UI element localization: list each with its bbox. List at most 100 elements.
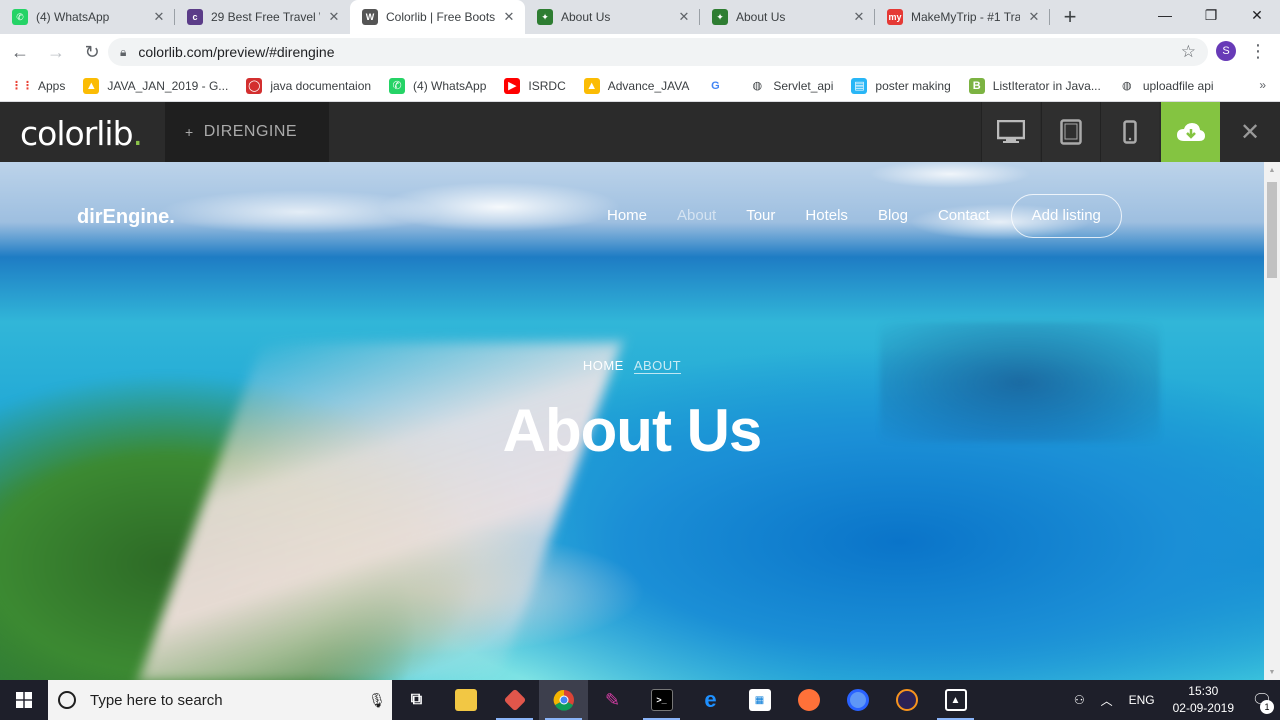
browser-tab[interactable]: ✆ (4) WhatsApp ✕ <box>0 0 175 34</box>
bookmark-item[interactable]: ◍ uploadfile api <box>1119 78 1214 94</box>
task-view-icon: ⧉ <box>410 691 423 708</box>
taskbar-chrome-alt[interactable] <box>833 680 882 720</box>
browser-tab[interactable]: ✦ About Us ✕ <box>525 0 700 34</box>
browser-tab[interactable]: W Colorlib | Free Bootst ✕ <box>350 0 525 34</box>
desktop-icon <box>997 120 1025 143</box>
browser-menu-icon[interactable]: ⋮ <box>1249 40 1267 62</box>
image-icon: ▲ <box>944 689 967 711</box>
tablet-view-button[interactable] <box>1041 102 1100 162</box>
bookmark-label: java documentaion <box>270 78 372 93</box>
taskbar-terminal[interactable]: >_ <box>637 680 686 720</box>
scroll-down-icon[interactable]: ▼ <box>1264 664 1280 680</box>
taskbar-firefox[interactable] <box>784 680 833 720</box>
microphone-icon[interactable]: 🎙︎ <box>362 692 392 709</box>
profile-avatar[interactable]: S <box>1216 41 1236 61</box>
minimize-button[interactable]: — <box>1142 0 1188 30</box>
bookmark-b-icon: B <box>968 77 985 94</box>
taskbar-app-pen[interactable]: ✎ <box>588 680 637 720</box>
plus-icon: + <box>185 124 194 140</box>
whatsapp-icon: ✆ <box>389 77 406 94</box>
bookmark-item[interactable]: B ListIterator in Java... <box>968 77 1101 94</box>
tab-separator <box>1049 9 1050 25</box>
task-view-button[interactable]: ⧉ <box>392 680 441 720</box>
nav-tour[interactable]: Tour <box>731 194 790 238</box>
url-text: colorlib.com/preview/#direngine <box>138 44 335 60</box>
poster-icon: ▤ <box>851 77 868 94</box>
site-logo[interactable]: dirEngine. <box>77 206 175 229</box>
tray-overflow-icon[interactable]: ︿ <box>1093 692 1121 709</box>
clock-time: 15:30 <box>1188 684 1219 698</box>
add-listing-button[interactable]: Add listing <box>1010 194 1122 238</box>
tab-title: About Us <box>736 10 786 24</box>
people-icon[interactable]: ⚇ <box>1066 693 1093 707</box>
tab-close-icon[interactable]: ✕ <box>151 9 167 25</box>
bookmark-item[interactable]: ▲ Advance_JAVA <box>583 77 689 94</box>
nav-about[interactable]: About <box>662 194 731 238</box>
system-tray: ⚇ ︿ ENG 15:30 02-09-2019 🗨︎ 1 <box>1066 680 1280 720</box>
breadcrumb-home[interactable]: HOME <box>583 358 624 373</box>
chrome-blue-icon <box>846 689 869 711</box>
tab-close-icon[interactable]: ✕ <box>676 9 692 25</box>
reload-button[interactable]: ↻ <box>76 36 108 68</box>
taskbar-eclipse[interactable] <box>882 680 931 720</box>
restore-button[interactable]: ❐ <box>1188 0 1234 30</box>
store-bag-icon: ▦ <box>748 689 771 711</box>
taskbar-edge[interactable]: e <box>686 680 735 720</box>
globe-icon: ◍ <box>752 80 763 92</box>
taskbar-file-explorer[interactable] <box>441 680 490 720</box>
taskbar-photos[interactable]: ▲ <box>931 680 980 720</box>
taskbar-store[interactable]: ▦ <box>735 680 784 720</box>
bookmark-item[interactable]: ▲ JAVA_JAN_2019 - G... <box>83 77 228 94</box>
bookmark-item[interactable]: ◯ java documentaion <box>246 77 372 94</box>
bookmark-item[interactable]: ⋮⋮ Apps <box>11 78 66 94</box>
tab-close-icon[interactable]: ✕ <box>326 9 342 25</box>
nav-blog[interactable]: Blog <box>863 194 923 238</box>
address-bar[interactable]: 🔒︎ colorlib.com/preview/#direngine ☆ <box>108 38 1208 66</box>
globe-icon: ◍ <box>1122 80 1132 92</box>
nav-hotels[interactable]: Hotels <box>790 194 863 238</box>
forward-button[interactable]: → <box>40 36 72 68</box>
taskbar-search[interactable]: Type here to search 🎙︎ <box>48 680 392 720</box>
mobile-view-button[interactable] <box>1100 102 1159 162</box>
tab-close-icon[interactable]: ✕ <box>501 9 517 25</box>
nav-home[interactable]: Home <box>592 194 662 238</box>
bookmark-label: ListIterator in Java... <box>992 78 1101 93</box>
bookmark-label: Apps <box>38 78 66 93</box>
bookmark-item[interactable]: ▶ ISRDC <box>504 77 566 94</box>
browser-tabstrip: ✆ (4) WhatsApp ✕ c 29 Best Free Travel W ✕ W Co… <box>0 0 1280 34</box>
new-tab-button[interactable]: + <box>1056 0 1084 34</box>
clock[interactable]: 15:30 02-09-2019 <box>1163 683 1244 717</box>
tab-close-icon[interactable]: ✕ <box>851 9 867 25</box>
browser-tab[interactable]: my MakeMyTrip - #1 Tra ✕ <box>875 0 1050 34</box>
whatsapp-icon: ✆ <box>12 9 28 25</box>
back-button[interactable]: ← <box>4 36 36 68</box>
download-button[interactable] <box>1161 102 1220 162</box>
nav-contact[interactable]: Contact <box>923 194 1005 238</box>
bookmark-item[interactable]: ✆ (4) WhatsApp <box>389 77 486 94</box>
scroll-up-icon[interactable]: ▲ <box>1264 162 1280 178</box>
scrollbar-thumb[interactable] <box>1267 182 1277 278</box>
lock-icon: 🔒︎ <box>120 44 127 59</box>
bookmark-star-icon[interactable]: ☆ <box>1181 42 1196 62</box>
theme-selector[interactable]: + DIRENGINE <box>165 102 329 162</box>
google-drive-icon: ▲ <box>583 77 600 94</box>
close-preview-icon[interactable]: ✕ <box>1220 102 1280 162</box>
desktop-view-button[interactable] <box>981 102 1040 162</box>
bookmark-item[interactable]: ◍ Servlet_api <box>749 78 834 94</box>
close-window-button[interactable]: ✕ <box>1234 0 1280 30</box>
start-button[interactable] <box>0 680 48 720</box>
bookmark-item[interactable]: G <box>707 78 731 94</box>
taskbar-app-paint[interactable] <box>490 680 539 720</box>
action-center-button[interactable]: 🗨︎ 1 <box>1244 680 1280 720</box>
clock-date: 02-09-2019 <box>1172 701 1234 715</box>
colorlib-logo[interactable]: colorlib. <box>20 114 143 153</box>
bookmark-item[interactable]: ▤ poster making <box>851 77 951 94</box>
language-indicator[interactable]: ENG <box>1121 693 1163 707</box>
eclipse-icon <box>895 689 918 711</box>
taskbar-chrome[interactable] <box>539 680 588 720</box>
browser-tab[interactable]: c 29 Best Free Travel W ✕ <box>175 0 350 34</box>
tab-close-icon[interactable]: ✕ <box>1026 9 1042 25</box>
page-scrollbar[interactable]: ▲ ▼ <box>1264 162 1280 680</box>
bookmarks-overflow-icon[interactable]: » <box>1259 78 1266 92</box>
browser-tab[interactable]: ✦ About Us ✕ <box>700 0 875 34</box>
